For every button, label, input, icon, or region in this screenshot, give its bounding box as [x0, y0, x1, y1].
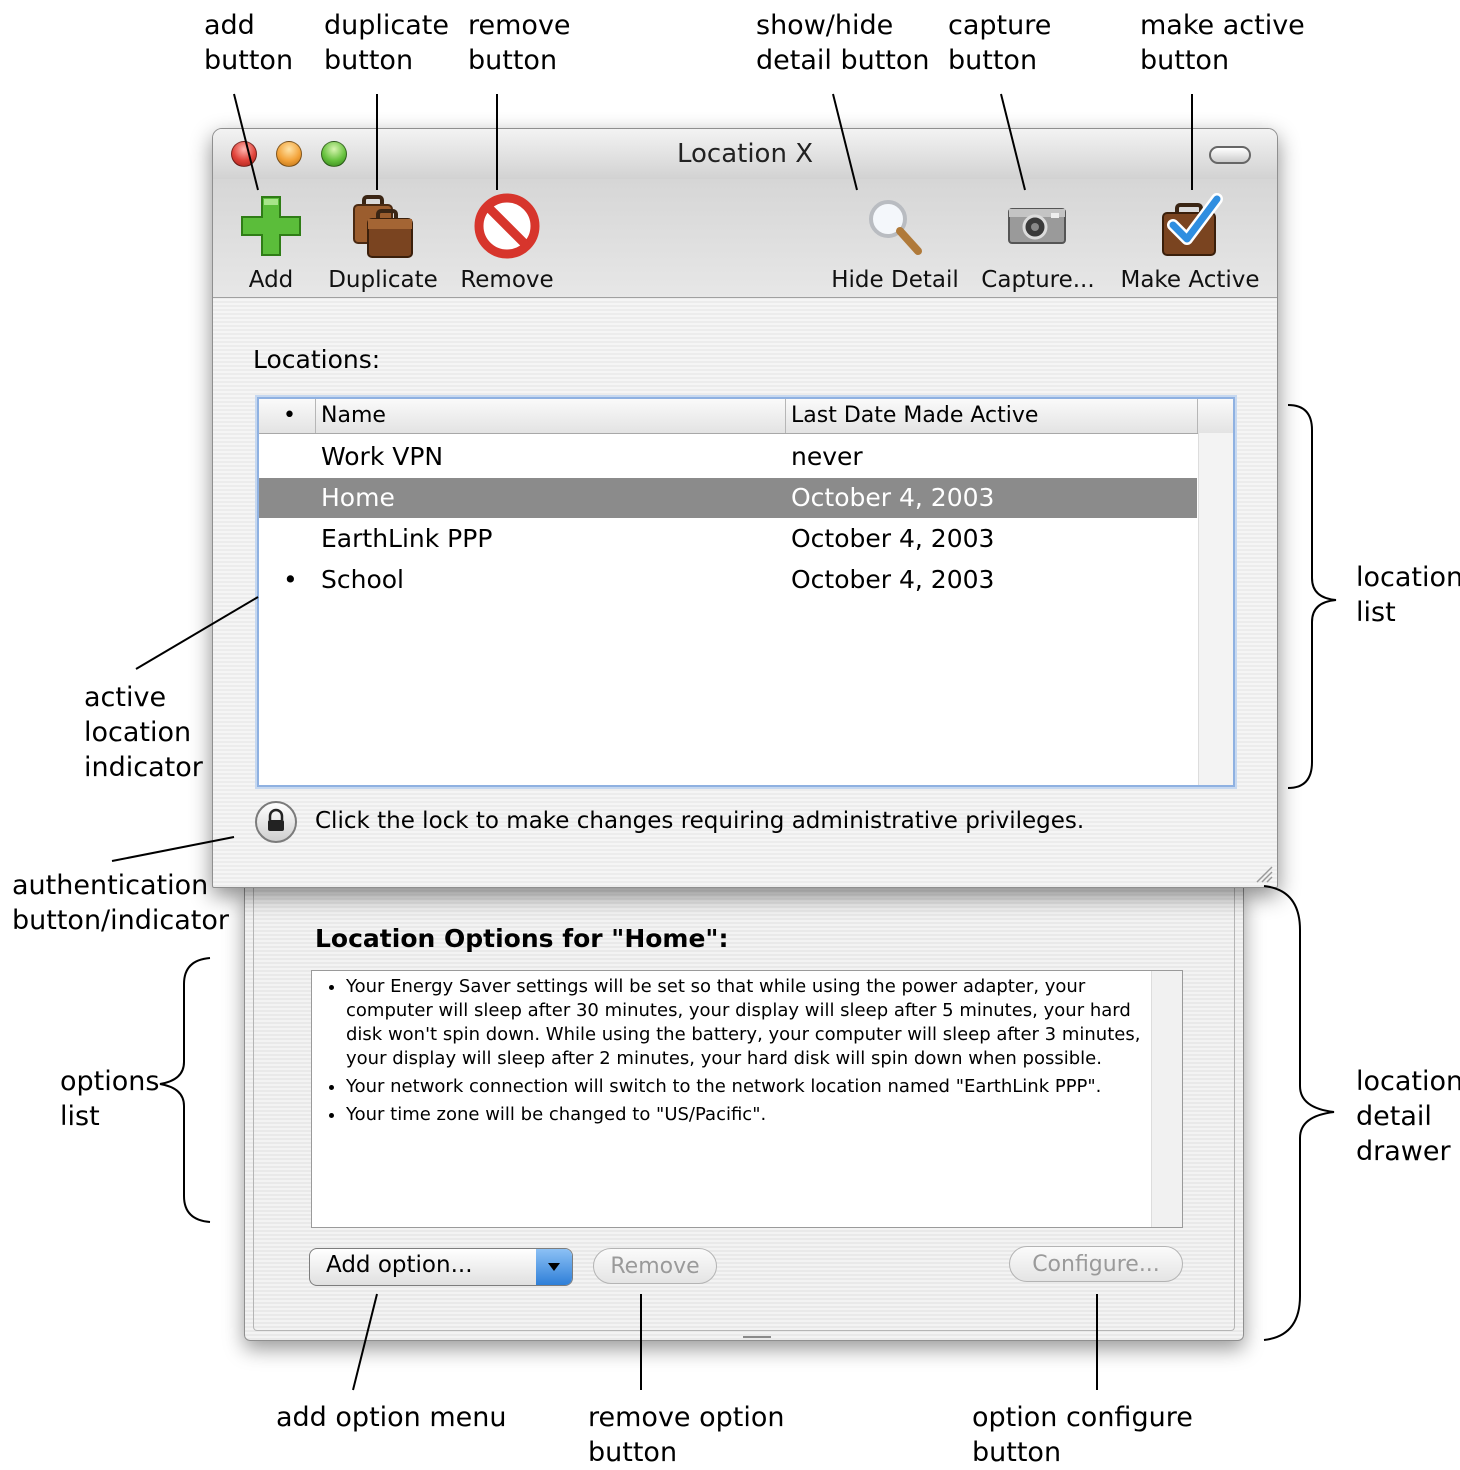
- annotation-remove-button: remove button: [468, 10, 571, 76]
- window-title: Location X: [676, 139, 814, 169]
- annotation-show-hide-detail-button: show/hide detail button: [756, 10, 930, 76]
- toolbar-toggle-button[interactable]: [1209, 146, 1251, 164]
- lock-message: Click the lock to make changes requiring…: [315, 808, 1085, 834]
- location-date: October 4, 2003: [791, 483, 995, 512]
- annotation-active-location-indicator: active location indicator: [84, 682, 203, 783]
- hide-detail-button[interactable]: Hide Detail: [829, 191, 961, 293]
- annotation-capture-button: capture button: [948, 10, 1052, 76]
- plus-icon: [236, 191, 306, 261]
- location-name: EarthLink PPP: [321, 524, 493, 553]
- annotation-options-list: options list: [60, 1066, 160, 1132]
- location-date: October 4, 2003: [791, 565, 995, 594]
- options-title: Location Options for "Home":: [315, 924, 729, 953]
- annotation-location-list: location list: [1356, 562, 1460, 628]
- annotation-make-active-button: make active button: [1140, 10, 1305, 76]
- add-label: Add: [248, 267, 294, 293]
- location-list-scrollbar[interactable]: [1198, 433, 1233, 785]
- magnifier-icon: [860, 191, 930, 261]
- column-divider: [315, 399, 316, 433]
- remove-option-button[interactable]: Remove: [593, 1248, 717, 1284]
- location-name: School: [321, 565, 404, 594]
- location-name: Home: [321, 483, 395, 512]
- option-item[interactable]: Your network connection will switch to t…: [346, 1075, 1142, 1099]
- column-divider: [785, 399, 786, 433]
- lock-icon: [268, 808, 284, 831]
- annotation-authentication-indicator: authentication button/indicator: [12, 870, 230, 936]
- prohibited-icon: [472, 191, 542, 261]
- remove-label: Remove: [460, 267, 554, 293]
- location-list[interactable]: • Name Last Date Made Active Work VPN ne…: [257, 397, 1235, 787]
- annotation-remove-option-button: remove option button: [588, 1402, 785, 1468]
- add-option-menu[interactable]: Add option...: [309, 1248, 573, 1286]
- suitcases-icon: [348, 191, 418, 261]
- add-button[interactable]: Add: [233, 191, 309, 293]
- table-row[interactable]: EarthLink PPP October 4, 2003: [259, 519, 1197, 559]
- briefcase-check-icon: [1155, 191, 1225, 261]
- annotation-add-option-menu: add option menu: [276, 1402, 507, 1433]
- resize-grip-icon[interactable]: [1253, 863, 1273, 883]
- option-item[interactable]: Your Energy Saver settings will be set s…: [346, 975, 1142, 1071]
- configure-option-button[interactable]: Configure...: [1009, 1246, 1183, 1282]
- locations-label: Locations:: [253, 345, 381, 374]
- options-scrollbar[interactable]: [1151, 971, 1182, 1227]
- location-date: October 4, 2003: [791, 524, 995, 553]
- options-list[interactable]: Your Energy Saver settings will be set s…: [311, 970, 1183, 1228]
- hide-detail-label: Hide Detail: [831, 267, 959, 293]
- annotation-duplicate-button: duplicate button: [324, 10, 449, 76]
- duplicate-button[interactable]: Duplicate: [323, 191, 443, 293]
- capture-button[interactable]: Capture...: [979, 191, 1097, 293]
- table-row[interactable]: Work VPN never: [259, 437, 1197, 477]
- option-item[interactable]: Your time zone will be changed to "US/Pa…: [346, 1103, 1142, 1127]
- chevron-down-icon: [536, 1249, 572, 1285]
- active-location-indicator: •: [283, 565, 298, 594]
- annotation-option-configure-button: option configure button: [972, 1402, 1193, 1468]
- capture-label: Capture...: [981, 267, 1095, 293]
- column-header-active[interactable]: •: [283, 403, 296, 428]
- table-row[interactable]: Home October 4, 2003: [259, 478, 1197, 518]
- annotation-add-button: add button: [204, 10, 294, 76]
- make-active-button[interactable]: Make Active: [1119, 191, 1261, 293]
- title-bar[interactable]: Location X: [213, 129, 1277, 179]
- location-name: Work VPN: [321, 442, 444, 471]
- camera-icon: [1003, 191, 1073, 261]
- location-x-window: Location X Add Duplicate Remove Hide Det…: [212, 128, 1278, 888]
- make-active-label: Make Active: [1120, 267, 1260, 293]
- column-divider: [1197, 399, 1198, 433]
- annotation-location-detail-drawer: location detail drawer: [1356, 1066, 1460, 1167]
- duplicate-label: Duplicate: [328, 267, 438, 293]
- location-date: never: [791, 442, 863, 471]
- add-option-label: Add option...: [326, 1252, 473, 1278]
- column-header-last-date[interactable]: Last Date Made Active: [791, 403, 1038, 428]
- table-header: • Name Last Date Made Active: [259, 399, 1233, 434]
- authentication-button[interactable]: [255, 801, 297, 843]
- drawer-handle[interactable]: [743, 1336, 771, 1338]
- column-header-name[interactable]: Name: [321, 403, 386, 428]
- remove-button[interactable]: Remove: [459, 191, 555, 293]
- toolbar: Add Duplicate Remove Hide Detail Capture…: [213, 179, 1277, 298]
- table-row[interactable]: • School October 4, 2003: [259, 560, 1197, 600]
- location-detail-drawer: Location Options for "Home": Your Energy…: [244, 886, 1244, 1341]
